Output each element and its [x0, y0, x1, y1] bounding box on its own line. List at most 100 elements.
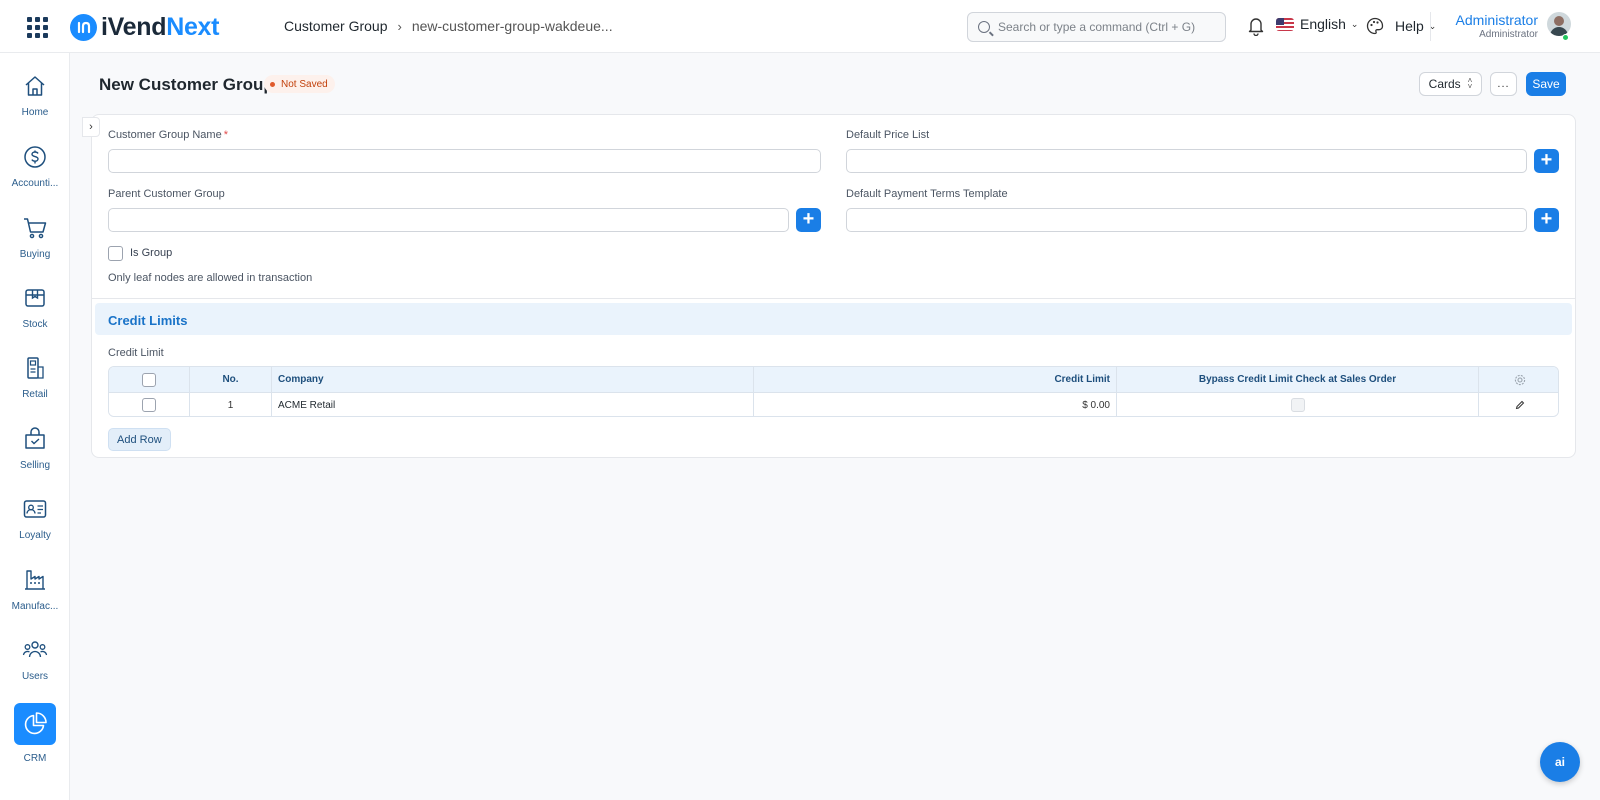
bypass-checkbox[interactable]	[1290, 398, 1305, 412]
header-credit-limit: Credit Limit	[754, 367, 1117, 392]
more-actions-button[interactable]: ...	[1490, 72, 1517, 96]
chevron-right-icon[interactable]: ›	[82, 117, 100, 137]
add-row-button[interactable]: Add Row	[108, 428, 171, 451]
status-dot-icon	[270, 81, 275, 87]
table-row[interactable]: 1 ACME Retail $ 0.00	[109, 393, 1558, 416]
default-price-list-field[interactable]	[846, 149, 1527, 173]
customer-group-name-field[interactable]	[108, 149, 821, 173]
sidebar-item-loyalty[interactable]: Loyalty	[0, 496, 70, 560]
add-payment-terms-button[interactable]: +	[1534, 208, 1559, 232]
column-settings-icon[interactable]	[1479, 367, 1558, 392]
search-input[interactable]	[998, 20, 1213, 34]
palette-icon[interactable]	[1366, 17, 1384, 35]
sidebar-item-stock[interactable]: Stock	[0, 285, 70, 349]
sidebar-item-label: CRM	[23, 753, 47, 764]
sidebar-item-retail[interactable]: Retail	[0, 355, 70, 419]
user-name: Administrator	[1455, 12, 1538, 28]
search-icon	[978, 21, 990, 33]
row-bypass-cell	[1117, 393, 1479, 416]
sidebar-item-label: Home	[21, 107, 49, 118]
sidebar-item-label: Stock	[22, 319, 48, 330]
avatar[interactable]	[1547, 12, 1571, 36]
credit-limit-table-label: Credit Limit	[108, 347, 164, 359]
default-payment-terms-field[interactable]	[846, 208, 1527, 232]
add-parent-group-button[interactable]: +	[796, 208, 821, 232]
users-icon	[22, 637, 48, 663]
add-price-list-button[interactable]: +	[1534, 149, 1559, 173]
bell-icon[interactable]	[1247, 16, 1265, 37]
chevron-down-icon: ⌄	[1350, 18, 1359, 29]
breadcrumb: Customer Group › new-customer-group-wakd…	[284, 18, 613, 34]
id-card-icon	[22, 496, 48, 522]
save-button[interactable]: Save	[1526, 72, 1566, 96]
status-badge: Not Saved	[264, 75, 335, 93]
breadcrumb-current: new-customer-group-wakdeue...	[411, 18, 613, 34]
logo-mark-icon	[70, 13, 97, 41]
select-all-checkbox[interactable]	[142, 372, 156, 387]
required-mark: *	[223, 129, 228, 141]
sidebar-item-manufacturing[interactable]: Manufac...	[0, 567, 70, 631]
sidebar-item-label: Users	[21, 671, 49, 682]
language-selector[interactable]: English ⌄	[1276, 16, 1358, 32]
sidebar-item-label: Accounti...	[11, 178, 59, 189]
header-no: No.	[190, 367, 272, 392]
sort-updown-icon: ˄ ˅	[1467, 76, 1473, 91]
app-logo[interactable]: iVendNext	[70, 12, 219, 42]
parent-customer-group-label: Parent Customer Group	[108, 188, 225, 200]
sidebar-item-selling[interactable]: Selling	[0, 426, 70, 490]
ai-assistant-button[interactable]: ai	[1540, 742, 1580, 782]
parent-customer-group-field[interactable]	[108, 208, 789, 232]
store-icon	[22, 355, 48, 381]
header-bypass: Bypass Credit Limit Check at Sales Order	[1117, 367, 1479, 392]
default-payment-terms-label: Default Payment Terms Template	[846, 188, 1008, 200]
search-bar[interactable]	[967, 12, 1226, 42]
leaf-nodes-note: Only leaf nodes are allowed in transacti…	[108, 272, 313, 284]
header-company: Company	[272, 367, 754, 392]
us-flag-icon	[1276, 17, 1294, 31]
page-title: New Customer Group	[99, 75, 274, 94]
is-group-checkbox[interactable]	[108, 246, 123, 261]
sidebar-item-label: Manufac...	[11, 601, 59, 612]
home-icon	[22, 73, 48, 99]
credit-limits-title: Credit Limits	[108, 313, 188, 328]
cart-icon	[22, 215, 48, 241]
help-label: Help	[1395, 18, 1424, 34]
row-credit-limit[interactable]: $ 0.00	[754, 393, 1117, 416]
view-selector-button[interactable]: Cards ˄ ˅	[1419, 72, 1482, 96]
status-text: Not Saved	[281, 78, 328, 90]
is-group-label: Is Group	[130, 247, 173, 259]
factory-icon	[22, 567, 48, 593]
chevron-right-icon: ›	[397, 18, 402, 34]
user-role: Administrator	[1479, 29, 1538, 40]
sidebar-item-crm[interactable]: CRM	[0, 703, 70, 767]
sidebar: Home Accounti... Buying Stock Retail Sel…	[0, 53, 70, 800]
apps-grid-icon[interactable]	[25, 15, 49, 39]
row-no: 1	[190, 393, 272, 416]
user-menu[interactable]: Administrator Administrator	[1430, 12, 1538, 41]
view-label: Cards	[1428, 77, 1461, 91]
sidebar-item-label: Selling	[19, 460, 51, 471]
edit-row-icon[interactable]	[1479, 393, 1558, 416]
row-company[interactable]: ACME Retail	[272, 393, 754, 416]
box-icon	[22, 285, 48, 311]
row-select-checkbox[interactable]	[142, 398, 156, 412]
logo-text: iVendNext	[101, 13, 219, 42]
bag-icon	[22, 426, 48, 452]
pie-chart-icon	[14, 703, 56, 745]
row-select-cell	[109, 393, 190, 416]
sidebar-item-accounting[interactable]: Accounti...	[0, 144, 70, 208]
default-price-list-label: Default Price List	[846, 129, 930, 141]
credit-limits-section-header[interactable]	[95, 303, 1572, 335]
sidebar-item-home[interactable]: Home	[0, 73, 70, 137]
language-label: English	[1300, 16, 1346, 32]
sidebar-item-users[interactable]: Users	[0, 637, 70, 701]
header-select-cell	[109, 367, 190, 392]
sidebar-item-buying[interactable]: Buying	[0, 215, 70, 279]
logo-suffix: Next	[166, 12, 220, 41]
dollar-icon	[22, 144, 48, 170]
credit-limit-table: No. Company Credit Limit Bypass Credit L…	[108, 366, 1559, 417]
table-header: No. Company Credit Limit Bypass Credit L…	[109, 367, 1558, 393]
sidebar-item-label: Loyalty	[19, 530, 51, 541]
top-navbar: iVendNext Customer Group › new-customer-…	[0, 0, 1600, 53]
breadcrumb-parent-link[interactable]: Customer Group	[284, 18, 387, 34]
